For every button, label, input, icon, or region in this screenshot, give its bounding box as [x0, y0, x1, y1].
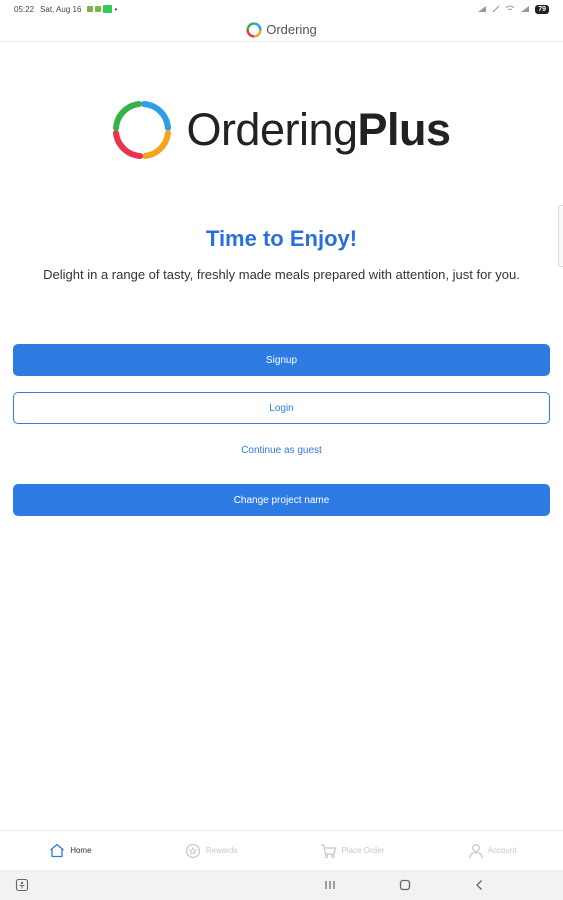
tab-account[interactable]: Account: [422, 831, 563, 870]
cart-icon: [320, 843, 336, 858]
back-icon[interactable]: [473, 878, 485, 892]
app-header: Ordering: [0, 18, 563, 42]
brand-wordmark-regular: Ordering: [186, 104, 358, 155]
status-date: Sat, Aug 16: [40, 4, 82, 14]
ordering-logo-icon: [246, 21, 262, 38]
login-button[interactable]: Login: [13, 392, 550, 424]
tab-place-order[interactable]: Place Order: [282, 831, 423, 870]
tab-rewards-label: Rewards: [205, 846, 238, 855]
welcome-description: Delight in a range of tasty, freshly mad…: [43, 267, 520, 282]
tab-home[interactable]: Home: [0, 831, 141, 870]
edit-icon: [492, 5, 500, 13]
signup-button[interactable]: Signup: [13, 344, 550, 376]
accessibility-icon[interactable]: [15, 878, 29, 892]
notification-icons: •: [87, 5, 117, 14]
wifi-icon: [505, 5, 515, 11]
rewards-icon: [185, 843, 200, 858]
more-notifications-icon: •: [114, 4, 118, 14]
recent-apps-icon[interactable]: [324, 878, 336, 892]
status-time: 05:22: [14, 4, 35, 14]
header-title: Ordering: [266, 22, 317, 37]
android-icon: [87, 6, 94, 12]
user-icon: [469, 843, 483, 858]
system-navigation-bar: [0, 870, 563, 900]
tab-home-label: Home: [70, 846, 92, 855]
android-icon: [95, 6, 102, 12]
change-project-name-button[interactable]: Change project name: [13, 484, 550, 516]
welcome-title: Time to Enjoy!: [205, 226, 358, 251]
tab-place-order-label: Place Order: [341, 846, 385, 855]
brand-logo: OrderingPlus: [0, 100, 563, 160]
tab-rewards[interactable]: Rewards: [141, 831, 282, 870]
brand-wordmark: OrderingPlus: [186, 104, 452, 156]
app-notification-icon: [103, 5, 113, 13]
signal-icon: [478, 6, 487, 12]
status-bar: 05:22 Sat, Aug 16 • 79: [0, 0, 563, 18]
bottom-tab-bar: Home Rewards Place Order Account: [0, 830, 563, 870]
home-nav-icon[interactable]: [398, 878, 412, 892]
ordering-logo-ring-icon: [113, 101, 172, 159]
tab-account-label: Account: [487, 846, 517, 855]
continue-as-guest-link[interactable]: Continue as guest: [0, 445, 563, 456]
home-icon: [50, 843, 65, 858]
battery-indicator: 79: [535, 4, 549, 14]
signal-strength-icon: [521, 6, 530, 12]
brand-wordmark-bold: Plus: [357, 104, 452, 155]
